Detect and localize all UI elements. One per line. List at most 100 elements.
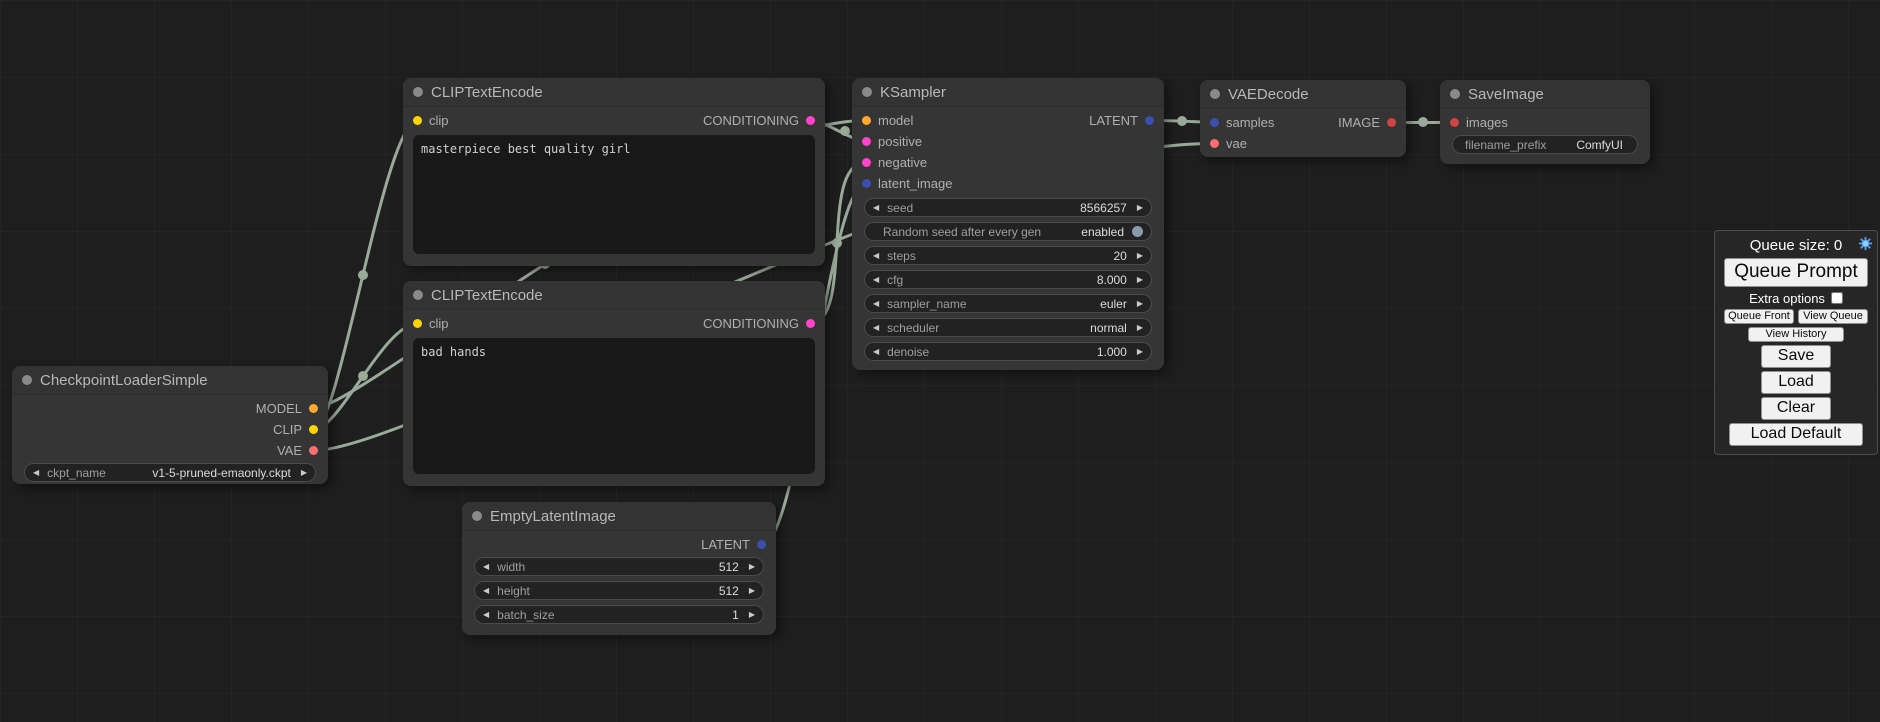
prompt-textarea[interactable]: bad hands <box>413 338 815 474</box>
input-slot-clip[interactable]: clip <box>413 316 449 331</box>
increment-arrow-icon[interactable]: ▶ <box>1137 252 1143 260</box>
prev-value-arrow-icon[interactable]: ◀ <box>873 300 879 308</box>
output-slot-model[interactable]: MODEL <box>256 401 318 416</box>
model-output-dot[interactable] <box>309 404 318 413</box>
input-slot-samples[interactable]: samples <box>1210 115 1274 130</box>
model-input-dot[interactable] <box>862 116 871 125</box>
node-title-bar[interactable]: KSampler <box>852 78 1164 107</box>
latent-output-dot[interactable] <box>1145 116 1154 125</box>
conditioning-output-dot[interactable] <box>806 116 815 125</box>
positive-input-dot[interactable] <box>862 137 871 146</box>
node-title-bar[interactable]: CLIPTextEncode <box>403 281 825 310</box>
prompt-textarea[interactable]: masterpiece best quality girl <box>413 135 815 254</box>
input-slot-latent-image[interactable]: latent_image <box>862 176 952 191</box>
collapse-dot[interactable] <box>1450 89 1460 99</box>
widget-ckpt-name[interactable]: ◀ ckpt_name v1-5-pruned-emaonly.ckpt ▶ <box>24 463 316 482</box>
negative-input-dot[interactable] <box>862 158 871 167</box>
node-ksampler[interactable]: KSampler model LATENT positive negative <box>852 78 1164 370</box>
increment-arrow-icon[interactable]: ▶ <box>1137 204 1143 212</box>
decrement-arrow-icon[interactable]: ◀ <box>873 348 879 356</box>
increment-arrow-icon[interactable]: ▶ <box>749 563 755 571</box>
clip-input-dot[interactable] <box>413 116 422 125</box>
node-vae-decode[interactable]: VAEDecode samples IMAGE vae <box>1200 80 1406 157</box>
collapse-dot[interactable] <box>413 290 423 300</box>
increment-arrow-icon[interactable]: ▶ <box>1137 348 1143 356</box>
node-empty-latent-image[interactable]: EmptyLatentImage LATENT ◀ width 512 ▶ ◀ … <box>462 502 776 635</box>
widget-width[interactable]: ◀ width 512 ▶ <box>474 557 764 576</box>
collapse-dot[interactable] <box>413 87 423 97</box>
decrement-arrow-icon[interactable]: ◀ <box>873 276 879 284</box>
next-value-arrow-icon[interactable]: ▶ <box>1137 300 1143 308</box>
decrement-arrow-icon[interactable]: ◀ <box>483 587 489 595</box>
node-save-image[interactable]: SaveImage images filename_prefix ComfyUI <box>1440 80 1650 164</box>
output-slot-latent[interactable]: LATENT <box>1089 113 1154 128</box>
widget-height[interactable]: ◀ height 512 ▶ <box>474 581 764 600</box>
node-clip-text-encode-positive[interactable]: CLIPTextEncode clip CONDITIONING masterp… <box>403 78 825 266</box>
input-slot-negative[interactable]: negative <box>862 155 927 170</box>
node-title-bar[interactable]: SaveImage <box>1440 80 1650 109</box>
view-history-button[interactable]: View History <box>1748 327 1844 342</box>
next-value-arrow-icon[interactable]: ▶ <box>1137 324 1143 332</box>
node-checkpoint-loader-simple[interactable]: CheckpointLoaderSimple MODEL CLIP VAE ◀ … <box>12 366 328 484</box>
node-title-bar[interactable]: EmptyLatentImage <box>462 502 776 531</box>
widget-cfg[interactable]: ◀ cfg 8.000 ▶ <box>864 270 1152 289</box>
queue-prompt-button[interactable]: Queue Prompt <box>1724 258 1868 287</box>
prev-value-arrow-icon[interactable]: ◀ <box>33 469 39 477</box>
extra-options-checkbox[interactable] <box>1831 292 1843 304</box>
increment-arrow-icon[interactable]: ▶ <box>1137 276 1143 284</box>
widget-filename-prefix[interactable]: filename_prefix ComfyUI <box>1452 135 1638 154</box>
output-slot-conditioning[interactable]: CONDITIONING <box>703 113 815 128</box>
clip-output-dot[interactable] <box>309 425 318 434</box>
vae-input-dot[interactable] <box>1210 139 1219 148</box>
widget-steps[interactable]: ◀ steps 20 ▶ <box>864 246 1152 265</box>
increment-arrow-icon[interactable]: ▶ <box>749 587 755 595</box>
decrement-arrow-icon[interactable]: ◀ <box>483 611 489 619</box>
node-title-bar[interactable]: CheckpointLoaderSimple <box>12 366 328 395</box>
input-slot-model[interactable]: model <box>862 113 913 128</box>
input-slot-images[interactable]: images <box>1450 115 1508 130</box>
collapse-dot[interactable] <box>1210 89 1220 99</box>
decrement-arrow-icon[interactable]: ◀ <box>483 563 489 571</box>
node-clip-text-encode-negative[interactable]: CLIPTextEncode clip CONDITIONING bad han… <box>403 281 825 486</box>
image-output-dot[interactable] <box>1387 118 1396 127</box>
load-default-button[interactable]: Load Default <box>1729 423 1863 446</box>
input-slot-vae[interactable]: vae <box>1210 136 1247 151</box>
collapse-dot[interactable] <box>862 87 872 97</box>
increment-arrow-icon[interactable]: ▶ <box>749 611 755 619</box>
widget-random-seed-toggle[interactable]: Random seed after every gen enabled <box>864 222 1152 241</box>
input-slot-clip[interactable]: clip <box>413 113 449 128</box>
output-slot-latent[interactable]: LATENT <box>701 537 766 552</box>
clear-button[interactable]: Clear <box>1761 397 1831 420</box>
node-title-bar[interactable]: VAEDecode <box>1200 80 1406 109</box>
view-queue-button[interactable]: View Queue <box>1798 309 1868 324</box>
queue-front-button[interactable]: Queue Front <box>1724 309 1794 324</box>
next-value-arrow-icon[interactable]: ▶ <box>301 469 307 477</box>
load-button[interactable]: Load <box>1761 371 1831 394</box>
widget-denoise[interactable]: ◀ denoise 1.000 ▶ <box>864 342 1152 361</box>
vae-output-dot[interactable] <box>309 446 318 455</box>
output-slot-clip[interactable]: CLIP <box>273 422 318 437</box>
widget-batch-size[interactable]: ◀ batch_size 1 ▶ <box>474 605 764 624</box>
output-slot-vae[interactable]: VAE <box>277 443 318 458</box>
widget-sampler-name[interactable]: ◀ sampler_name euler ▶ <box>864 294 1152 313</box>
samples-input-dot[interactable] <box>1210 118 1219 127</box>
output-slot-conditioning[interactable]: CONDITIONING <box>703 316 815 331</box>
output-slot-image[interactable]: IMAGE <box>1338 115 1396 130</box>
toggle-knob[interactable] <box>1132 226 1143 237</box>
settings-gear-icon[interactable] <box>1858 236 1873 251</box>
collapse-dot[interactable] <box>472 511 482 521</box>
decrement-arrow-icon[interactable]: ◀ <box>873 204 879 212</box>
node-title-bar[interactable]: CLIPTextEncode <box>403 78 825 107</box>
save-button[interactable]: Save <box>1761 345 1831 368</box>
input-slot-positive[interactable]: positive <box>862 134 922 149</box>
prev-value-arrow-icon[interactable]: ◀ <box>873 324 879 332</box>
images-input-dot[interactable] <box>1450 118 1459 127</box>
widget-scheduler[interactable]: ◀ scheduler normal ▶ <box>864 318 1152 337</box>
conditioning-output-dot[interactable] <box>806 319 815 328</box>
widget-seed[interactable]: ◀ seed 8566257 ▶ <box>864 198 1152 217</box>
decrement-arrow-icon[interactable]: ◀ <box>873 252 879 260</box>
collapse-dot[interactable] <box>22 375 32 385</box>
latent-output-dot[interactable] <box>757 540 766 549</box>
latent-image-input-dot[interactable] <box>862 179 871 188</box>
clip-input-dot[interactable] <box>413 319 422 328</box>
